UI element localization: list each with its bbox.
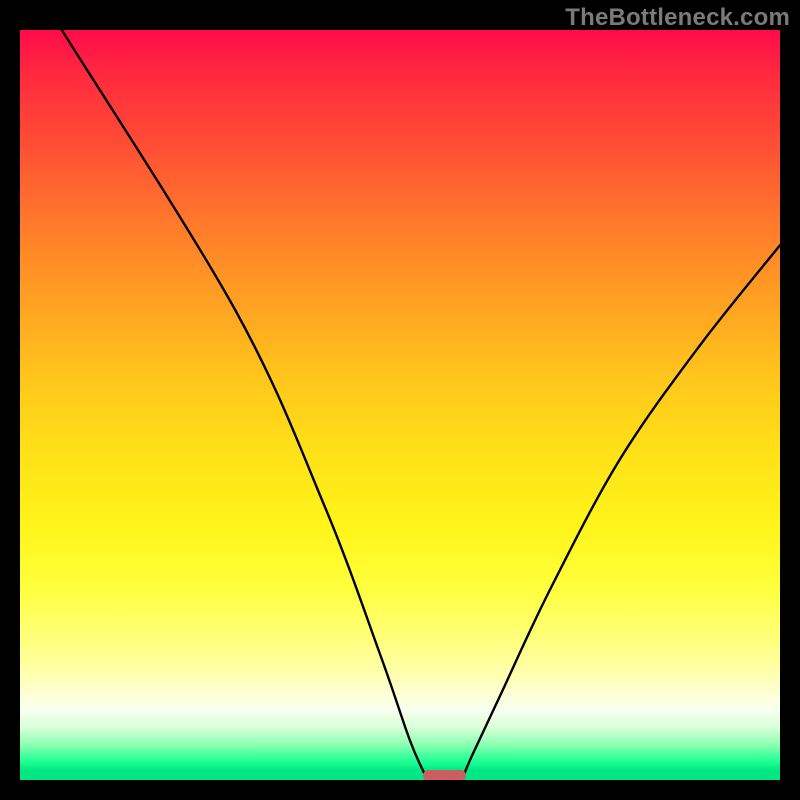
chart-frame: TheBottleneck.com [0, 0, 800, 800]
curve-left-branch [62, 30, 425, 775]
plot-area [20, 30, 780, 780]
curve-right-branch [464, 245, 780, 775]
watermark-text: TheBottleneck.com [565, 4, 790, 32]
curve-svg [20, 30, 780, 780]
min-marker [423, 770, 466, 780]
